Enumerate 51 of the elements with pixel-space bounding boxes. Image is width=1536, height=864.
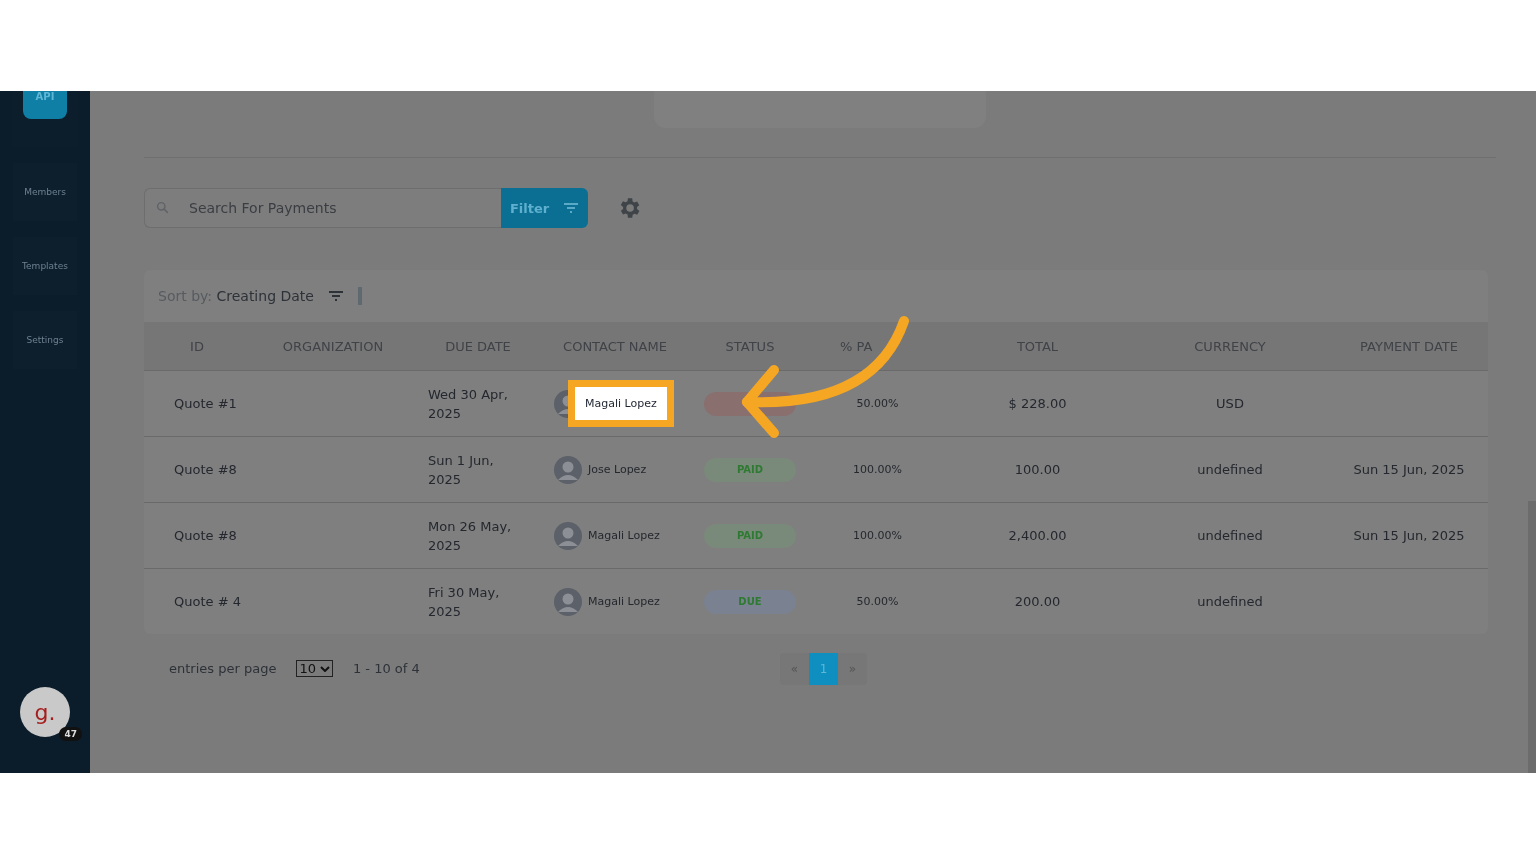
table-cell-text: Mon 26 May, 2025 bbox=[427, 517, 513, 555]
table-cell-text: undefined bbox=[1196, 528, 1264, 543]
table-cell-text: 100.00% bbox=[852, 529, 903, 542]
contact-name[interactable]: Magali Lopez bbox=[588, 595, 660, 608]
table-cell-text: 50.00% bbox=[855, 397, 900, 410]
table-cell-text: Sun 15 Jun, 2025 bbox=[1352, 528, 1466, 543]
contact-name[interactable]: Magali Lopez bbox=[568, 380, 674, 427]
table-cell-text: Quote # 4 bbox=[173, 594, 242, 609]
column-header[interactable]: % PA bbox=[810, 338, 945, 354]
table-cell-text: 200.00 bbox=[1013, 594, 1062, 609]
column-header[interactable]: CURRENCY bbox=[1130, 338, 1330, 354]
status-pill: PAID bbox=[704, 523, 796, 548]
table-cell-text: Sun 15 Jun, 2025 bbox=[1352, 462, 1466, 477]
avatar-icon bbox=[554, 455, 582, 484]
contact-name[interactable]: Jose Lopez bbox=[588, 463, 647, 476]
avatar-icon bbox=[554, 521, 582, 550]
table-cell-text: Wed 30 Apr, 2025 bbox=[427, 385, 509, 423]
column-header[interactable]: ID bbox=[144, 338, 250, 354]
table-cell-text: USD bbox=[1215, 396, 1245, 411]
table-cell-text: $ 228.00 bbox=[1007, 396, 1068, 411]
range-label: 1 - 10 of 4 bbox=[352, 661, 420, 676]
api-logo[interactable]: API bbox=[23, 91, 67, 119]
table-cell-text: 100.00% bbox=[852, 463, 903, 476]
scrollbar[interactable] bbox=[1528, 501, 1536, 773]
per-page-label: entries per page bbox=[169, 661, 277, 676]
table-cell-text: 50.00% bbox=[855, 595, 900, 608]
filter-icon bbox=[563, 202, 580, 214]
table-cell-text: Quote #8 bbox=[173, 528, 238, 543]
table-cell-text: Sun 1 Jun, 2025 bbox=[427, 451, 495, 489]
table-cell-text: Quote #1 bbox=[173, 396, 238, 411]
per-page-select[interactable]: 10 bbox=[296, 660, 333, 677]
search-field[interactable]: Search For Payments bbox=[144, 188, 501, 228]
table-cell-text: undefined bbox=[1196, 594, 1264, 609]
table-cell-text: Fri 30 May, 2025 bbox=[427, 583, 501, 621]
status-pill: PAID bbox=[704, 457, 796, 482]
table-cell-text: Quote #8 bbox=[173, 462, 238, 477]
contact-name[interactable]: Magali Lopez bbox=[588, 529, 660, 542]
previous-button[interactable]: « bbox=[780, 652, 809, 685]
avatar-icon bbox=[554, 587, 582, 616]
table-cell-text: undefined bbox=[1196, 462, 1264, 477]
filter-button[interactable]: Filter bbox=[501, 188, 588, 228]
chevron-down-icon bbox=[319, 665, 330, 672]
table-cell-text: 2,400.00 bbox=[1007, 528, 1068, 543]
divider-bar bbox=[357, 287, 362, 305]
count-badge: 47 bbox=[59, 727, 82, 741]
sort-icon[interactable] bbox=[327, 290, 344, 302]
table-cell-text: 100.00 bbox=[1013, 462, 1062, 477]
status-pill: DUE bbox=[704, 589, 796, 614]
next-button[interactable]: » bbox=[838, 652, 867, 685]
column-header[interactable]: STATUS bbox=[690, 338, 810, 354]
page-button[interactable]: 1 bbox=[809, 652, 838, 685]
